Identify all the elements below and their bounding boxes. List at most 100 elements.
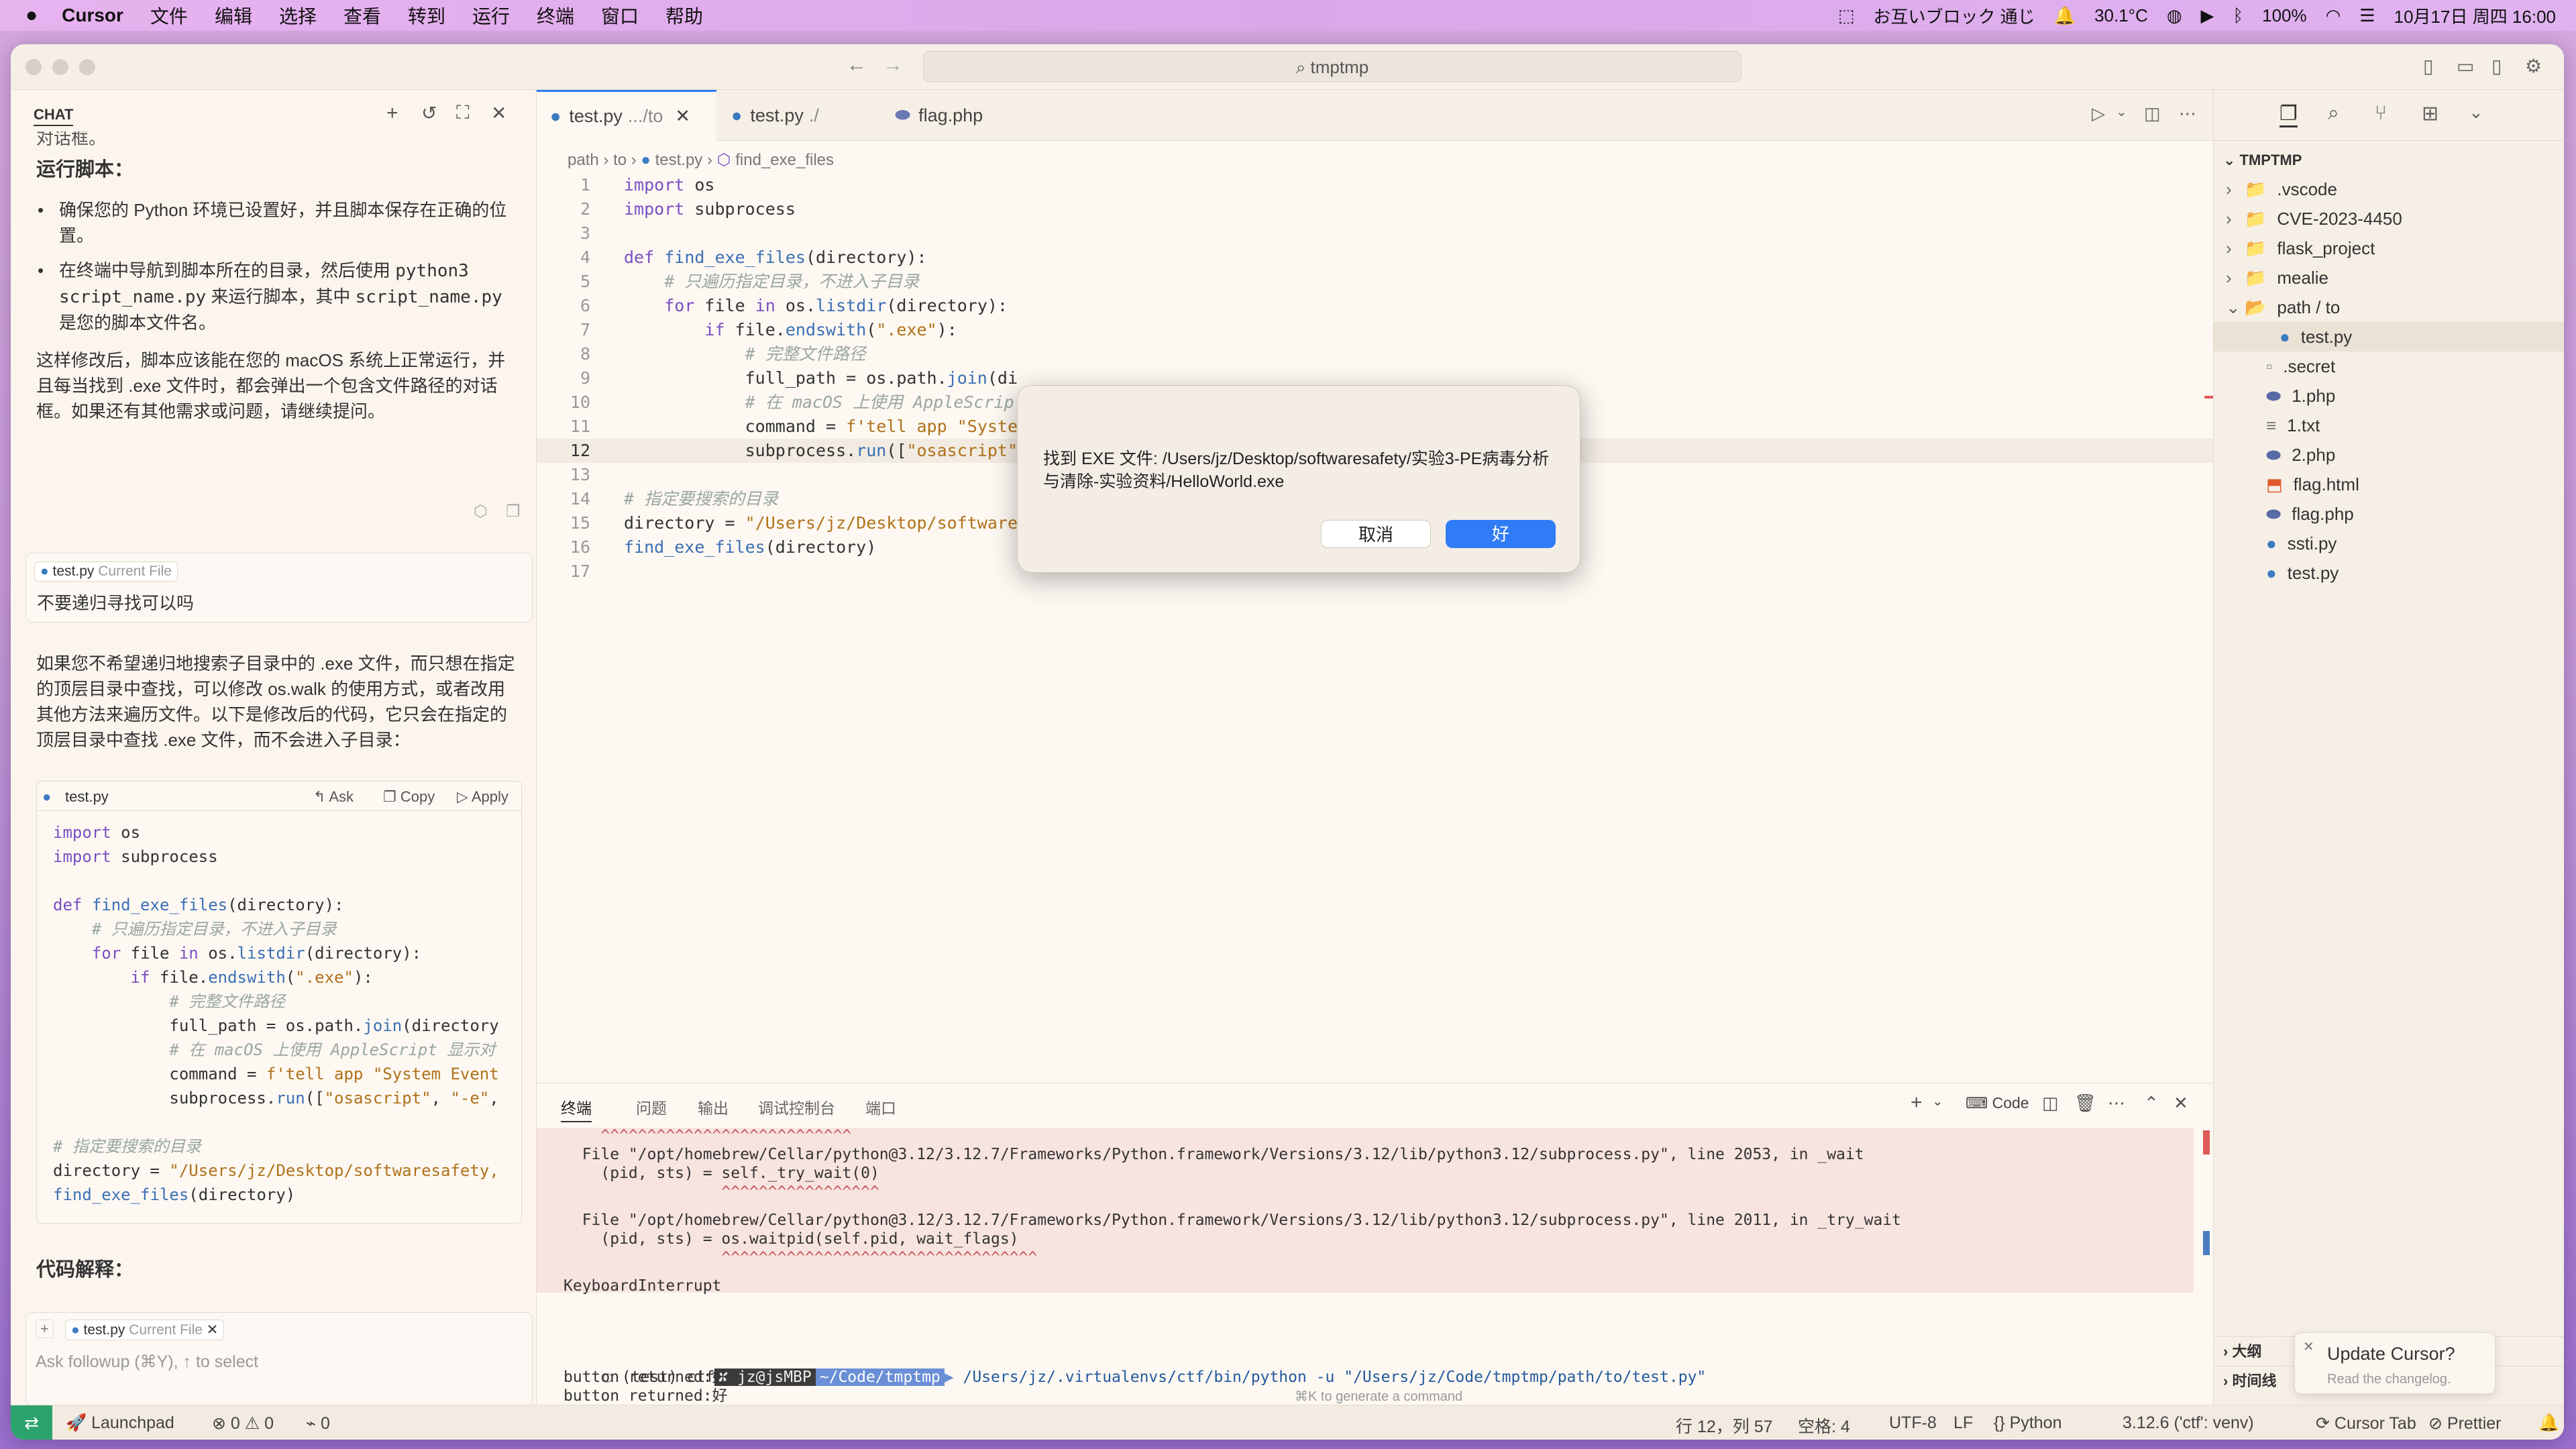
encoding[interactable]: UTF-8 (1889, 1413, 1937, 1433)
chat-title[interactable]: CHAT (34, 106, 74, 126)
more-actions-icon[interactable]: ⋯ (2108, 1093, 2125, 1114)
clock[interactable]: 10月17日 周四 16:00 (2394, 3, 2556, 28)
source-control-icon[interactable]: ⑂ (2375, 102, 2387, 125)
app-status-icon[interactable]: ⬚ (1838, 5, 1855, 26)
file-tree-item[interactable]: ▫ .secret (2214, 352, 2564, 381)
code-line[interactable]: 3 (537, 221, 2213, 246)
split-editor-icon[interactable]: ◫ (2144, 103, 2161, 124)
notification-subtitle[interactable]: Read the changelog. (2327, 1372, 2451, 1387)
update-notification[interactable]: ✕ Update Cursor? Read the changelog. (2294, 1332, 2496, 1394)
add-context-button[interactable]: + (36, 1320, 54, 1338)
toggle-panel-icon[interactable]: ▭ (2457, 55, 2474, 77)
menu-selection[interactable]: 选择 (279, 2, 317, 29)
python-interpreter[interactable]: 3.12.6 ('ctf': venv) (2123, 1413, 2254, 1433)
close-panel-icon[interactable]: ✕ (2174, 1093, 2188, 1114)
language-mode[interactable]: {} Python (1994, 1413, 2062, 1433)
apply-button[interactable]: ▷ Apply (457, 788, 508, 806)
file-tree-item[interactable]: ⬬ flag.php (2214, 499, 2564, 529)
code-line[interactable]: 4 def find_exe_files(directory): (537, 246, 2213, 270)
file-tree-item[interactable]: ≡ 1.txt (2214, 411, 2564, 440)
file-tree-item[interactable]: ⬬ 2.php (2214, 440, 2564, 470)
file-tree-item[interactable]: › 📁 flask_project (2214, 233, 2564, 263)
play-icon[interactable]: ▶ (2201, 5, 2214, 26)
control-center-icon[interactable]: ☰ (2359, 5, 2375, 26)
file-tree-item[interactable]: ● test.py (2214, 322, 2564, 352)
cursor-position[interactable]: 行 12，列 57 (1676, 1413, 1773, 1438)
file-tree-item[interactable]: ⌄ 📂 path / to (2214, 292, 2564, 322)
split-terminal-icon[interactable]: ◫ (2042, 1093, 2059, 1114)
tab-terminal[interactable]: 终端 (561, 1095, 592, 1122)
breadcrumb-to[interactable]: to (613, 151, 627, 169)
launchpad-item[interactable]: 🚀 Launchpad (66, 1413, 174, 1433)
context-pill[interactable]: ● test.py Current File (34, 561, 178, 582)
terminal-output[interactable]: ^^^^^^^^^^^^^^^^^^^^^^^^^^^ File "/opt/h… (564, 1126, 2194, 1295)
minimize-window-button[interactable] (52, 59, 68, 75)
menu-edit[interactable]: 编辑 (215, 2, 252, 29)
close-tab-icon[interactable]: ✕ (675, 106, 690, 127)
code-line[interactable]: 2 import subprocess (537, 197, 2213, 221)
remote-indicator-icon[interactable]: ⇄ (11, 1405, 52, 1440)
new-chat-plus-icon[interactable]: + (386, 102, 398, 125)
ticker-text[interactable]: お互いブロック 通じ (1873, 3, 2035, 28)
tab-debug-console[interactable]: 调试控制台 (758, 1095, 835, 1118)
copy-icon[interactable]: ❐ (506, 502, 521, 521)
battery-percent[interactable]: 100% (2262, 5, 2307, 26)
prettier-status[interactable]: ⊘ Prettier (2428, 1413, 2502, 1434)
maximize-panel-icon[interactable]: ⌃ (2144, 1093, 2159, 1114)
history-icon[interactable]: ↺ (421, 102, 437, 124)
search-icon[interactable]: ⌕ (2328, 102, 2339, 125)
menu-go[interactable]: 转到 (408, 2, 445, 29)
back-arrow-icon[interactable]: ← (847, 54, 867, 76)
code-block-body[interactable]: import os import subprocess def find_exe_… (53, 820, 516, 1207)
trash-icon[interactable]: 🗑 (2074, 1093, 2096, 1114)
apple-icon[interactable]: ● (25, 4, 38, 27)
file-tree-item[interactable]: › 📁 mealie (2214, 263, 2564, 292)
tab-test-py-active[interactable]: ● test.py .../to ✕ (537, 90, 716, 141)
run-dropdown-icon[interactable]: ⌄ (2116, 103, 2127, 120)
indentation[interactable]: 空格: 4 (1798, 1413, 1850, 1438)
copy-button[interactable]: ❐ Copy (383, 788, 435, 806)
terminal-dropdown-icon[interactable]: ⌄ (1932, 1093, 1943, 1110)
file-tree-item[interactable]: ⬒ flag.html (2214, 470, 2564, 499)
breadcrumb-symbol[interactable]: find_exe_files (735, 151, 834, 169)
wifi-icon[interactable]: ◠ (2326, 5, 2341, 26)
file-tree-item[interactable]: ⬬ 1.php (2214, 381, 2564, 411)
tab-test-py[interactable]: ● test.py ./ (718, 90, 872, 141)
file-tree-item[interactable]: › 📁 CVE-2023-4450 (2214, 204, 2564, 233)
explorer-root[interactable]: ⌄ TMPTMP (2223, 152, 2302, 169)
eol[interactable]: LF (1953, 1413, 1973, 1433)
file-tree-item[interactable]: ● test.py (2214, 558, 2564, 588)
run-python-icon[interactable]: ▷ (2092, 103, 2105, 124)
wechat-icon[interactable]: ◍ (2167, 5, 2182, 26)
temperature[interactable]: 30.1°C (2094, 5, 2148, 26)
toggle-secondary-sidebar-icon[interactable]: ▯ (2491, 55, 2502, 77)
dialog-ok-button[interactable]: 好 (1446, 520, 1556, 548)
ports-indicator[interactable]: ⌁ 0 (306, 1413, 330, 1434)
cursor-tab[interactable]: ⟳ Cursor Tab (2316, 1413, 2416, 1434)
forward-arrow-icon[interactable]: → (883, 54, 903, 76)
menu-terminal[interactable]: 终端 (537, 2, 574, 29)
menu-run[interactable]: 运行 (472, 2, 510, 29)
close-notification-icon[interactable]: ✕ (2303, 1338, 2314, 1355)
settings-gear-icon[interactable]: ⚙ (2525, 55, 2542, 77)
breadcrumb-file[interactable]: test.py (655, 151, 703, 169)
input-context-pill[interactable]: ● test.py Current File ✕ (65, 1320, 225, 1340)
code-line[interactable]: 8 # 完整文件路径 (537, 342, 2213, 366)
tab-flag-php[interactable]: ⬬ flag.php (881, 90, 1029, 141)
menu-window[interactable]: 窗口 (601, 2, 639, 29)
notifications-bell-icon[interactable]: 🔔 (2538, 1413, 2559, 1433)
code-line[interactable]: 5 # 只遍历指定目录，不进入子目录 (537, 270, 2213, 294)
file-tree-item[interactable]: ● ssti.py (2214, 529, 2564, 558)
terminal-profile[interactable]: ⌨ Code (1966, 1094, 2029, 1112)
file-tree-item[interactable]: › 📁 .vscode (2214, 174, 2564, 204)
menu-app-name[interactable]: Cursor (62, 5, 123, 26)
close-chat-icon[interactable]: ✕ (491, 102, 506, 124)
more-actions-icon[interactable]: ⋯ (2179, 103, 2196, 124)
dialog-cancel-button[interactable]: 取消 (1321, 520, 1431, 548)
toggle-sidebar-icon[interactable]: ▯ (2423, 55, 2433, 77)
code-line[interactable]: 7 if file.endswith(".exe"): (537, 318, 2213, 342)
bluetooth-icon[interactable]: ᛒ (2233, 5, 2244, 26)
zoom-window-button[interactable] (79, 59, 95, 75)
cube-icon[interactable]: ⬡ (474, 502, 488, 521)
chevron-down-icon[interactable]: ⌄ (2469, 102, 2483, 123)
